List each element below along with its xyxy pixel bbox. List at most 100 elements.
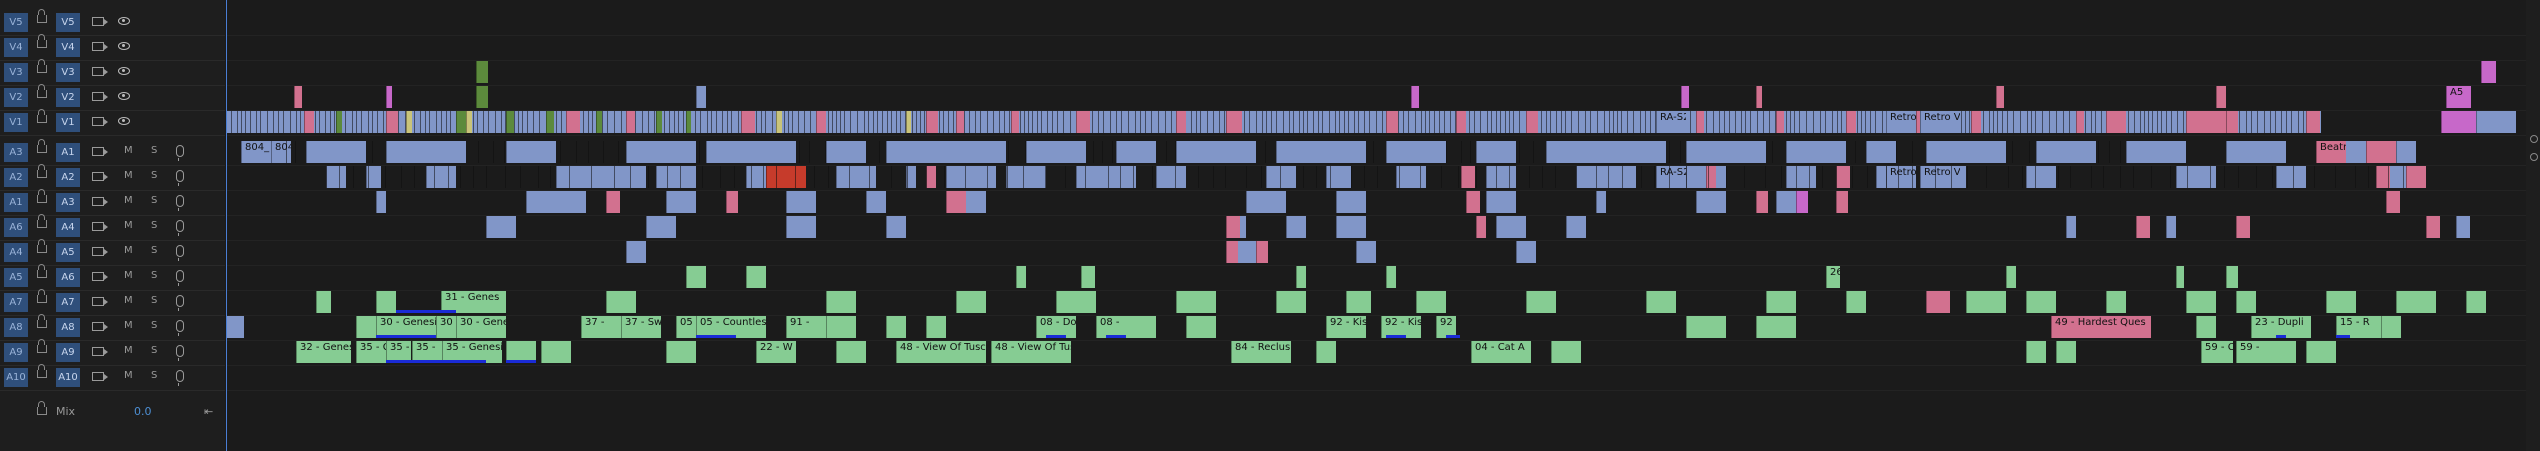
timeline-clip[interactable]	[886, 216, 906, 238]
timeline-clip[interactable]	[2326, 291, 2356, 313]
timeline-clip[interactable]	[2166, 216, 2176, 238]
timeline-clip[interactable]	[746, 266, 766, 288]
mute-button[interactable]: M	[124, 220, 133, 231]
timeline-clip[interactable]	[1336, 216, 1366, 238]
timeline-clip[interactable]	[466, 111, 472, 133]
track-target[interactable]: V4	[56, 38, 80, 57]
track-target[interactable]: A6	[56, 268, 80, 287]
voiceover-mic-icon[interactable]	[176, 370, 184, 386]
timeline-clip[interactable]	[2476, 111, 2516, 133]
track-target[interactable]: A3	[56, 193, 80, 212]
lock-icon[interactable]	[37, 239, 47, 253]
timeline-clip[interactable]	[306, 141, 366, 163]
timeline-clip[interactable]	[1461, 166, 1475, 188]
timeline-clip[interactable]: 804_	[241, 141, 271, 163]
lock-icon[interactable]	[37, 364, 47, 378]
source-patch[interactable]: A9	[4, 343, 28, 362]
source-patch[interactable]: V2	[4, 88, 28, 107]
timeline-clip[interactable]	[1971, 111, 1981, 133]
sync-lock-film-icon[interactable]	[92, 67, 108, 76]
timeline-clip[interactable]: RA-S2	[1656, 166, 1686, 188]
timeline-clip[interactable]	[1776, 111, 1784, 133]
timeline-clip[interactable]	[1756, 86, 1762, 108]
timeline-clip[interactable]	[1476, 141, 1516, 163]
timeline-clip[interactable]	[2226, 266, 2238, 288]
timeline-clip[interactable]	[626, 111, 635, 133]
lock-icon[interactable]	[37, 9, 47, 23]
timeline-clip[interactable]	[1926, 141, 2006, 163]
timeline-clip[interactable]	[1386, 141, 1446, 163]
solo-button[interactable]: S	[151, 295, 157, 306]
timeline-clip[interactable]	[1546, 141, 1666, 163]
timeline-clip[interactable]	[766, 166, 806, 188]
voiceover-mic-icon[interactable]	[176, 145, 184, 161]
lock-icon[interactable]	[37, 189, 47, 203]
timeline-clip[interactable]	[1226, 241, 1238, 263]
timeline-clip[interactable]	[686, 111, 691, 133]
timeline-clip[interactable]	[866, 191, 886, 213]
timeline-clip[interactable]	[1681, 86, 1689, 108]
timeline-clip[interactable]	[926, 316, 946, 338]
timeline-clip[interactable]	[786, 216, 816, 238]
timeline-clip[interactable]	[2226, 111, 2238, 133]
timeline-clip[interactable]	[656, 111, 662, 133]
timeline-clip[interactable]: 04 - Cat A	[1471, 341, 1531, 363]
sync-lock-film-icon[interactable]	[92, 347, 108, 356]
timeline-clip[interactable]	[956, 111, 964, 133]
timeline-clip[interactable]: RA-S2	[1656, 111, 1686, 133]
track-target[interactable]: V2	[56, 88, 80, 107]
mute-button[interactable]: M	[124, 195, 133, 206]
timeline-clip[interactable]	[1411, 86, 1419, 108]
source-patch[interactable]: A1	[4, 193, 28, 212]
timeline-clip[interactable]	[1076, 111, 1090, 133]
voiceover-mic-icon[interactable]	[176, 245, 184, 261]
timeline-clip[interactable]	[1776, 191, 1796, 213]
timeline-clip[interactable]	[1786, 141, 1846, 163]
timeline-clip[interactable]	[1786, 166, 1816, 188]
lock-icon[interactable]	[37, 139, 47, 153]
timeline-clip[interactable]	[596, 111, 602, 133]
timeline-clip[interactable]	[696, 86, 706, 108]
timeline-clip[interactable]	[1026, 141, 1086, 163]
lock-icon[interactable]	[37, 109, 47, 123]
lock-icon[interactable]	[37, 84, 47, 98]
timeline-clip[interactable]	[2066, 216, 2076, 238]
source-patch[interactable]: A6	[4, 218, 28, 237]
timeline-clip[interactable]	[666, 191, 696, 213]
timeline-clip[interactable]: Retro Vi	[1920, 111, 1960, 133]
timeline-clip[interactable]	[1236, 241, 1256, 263]
timeline-clip[interactable]	[836, 341, 866, 363]
playhead[interactable]	[226, 0, 227, 451]
mix-volume-value[interactable]: 0.0	[134, 405, 152, 418]
timeline-clip[interactable]	[1756, 316, 1796, 338]
timeline-clip[interactable]	[2456, 216, 2470, 238]
timeline-clip[interactable]	[1226, 111, 1242, 133]
timeline-clip[interactable]	[1696, 191, 1726, 213]
timeline-clip[interactable]	[906, 111, 911, 133]
lock-icon[interactable]	[37, 59, 47, 73]
timeline-clip[interactable]: 48 - View Of Tusca	[991, 341, 1071, 363]
timeline-clip[interactable]	[1696, 111, 1704, 133]
solo-button[interactable]: S	[151, 170, 157, 181]
timeline-clip[interactable]	[2236, 291, 2256, 313]
timeline-clip[interactable]	[2481, 61, 2496, 83]
solo-button[interactable]: S	[151, 245, 157, 256]
timeline-clip[interactable]	[2396, 291, 2436, 313]
mute-button[interactable]: M	[124, 370, 133, 381]
timeline-clip[interactable]	[1926, 291, 1950, 313]
timeline-clip[interactable]	[956, 291, 986, 313]
track-target[interactable]: A10	[56, 368, 80, 387]
solo-button[interactable]: S	[151, 195, 157, 206]
timeline-clip[interactable]	[1846, 111, 1856, 133]
timeline-clip[interactable]	[1516, 241, 1536, 263]
timeline-clip[interactable]	[386, 86, 392, 108]
timeline-clip[interactable]	[1686, 141, 1766, 163]
timeline-clip[interactable]	[706, 141, 796, 163]
mute-button[interactable]: M	[124, 295, 133, 306]
timeline-clip[interactable]	[1576, 166, 1636, 188]
timeline-clip[interactable]	[1246, 191, 1286, 213]
timeline-clip[interactable]	[826, 291, 856, 313]
timeline-clip[interactable]	[2466, 291, 2486, 313]
source-patch[interactable]: A4	[4, 243, 28, 262]
timeline-clip[interactable]: 92 - Kiss	[1326, 316, 1366, 338]
